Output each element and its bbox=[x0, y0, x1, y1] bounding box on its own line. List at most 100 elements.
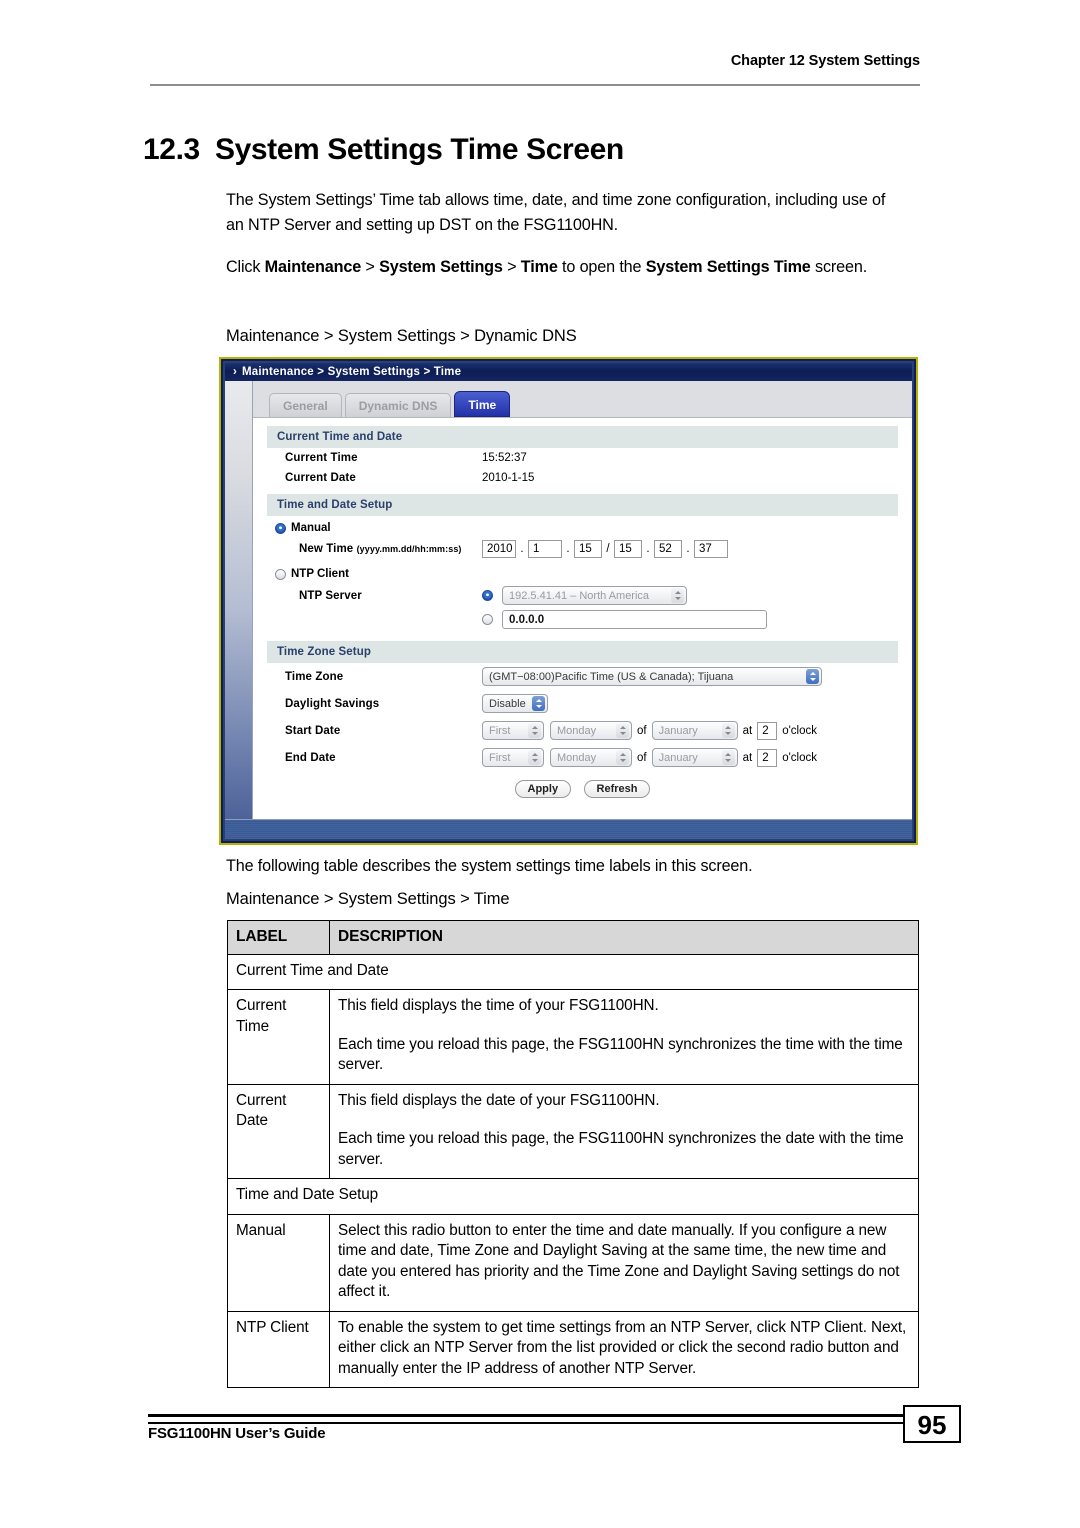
titlebar-arrow-icon: › bbox=[233, 366, 238, 378]
tab-general[interactable]: General bbox=[269, 393, 342, 417]
end-date-weekday-select[interactable]: Monday bbox=[550, 748, 632, 767]
row-current-time: Current Time 15:52:37 bbox=[267, 448, 898, 468]
start-date-hour-input[interactable]: 2 bbox=[757, 721, 778, 740]
body-column: The System Settings’ Time tab allows tim… bbox=[226, 188, 898, 297]
new-time-dot-3: . bbox=[646, 543, 650, 555]
click-bold-system-settings: System Settings bbox=[379, 258, 503, 276]
time-zone-select-value: (GMT−08:00)Pacific Time (US & Canada); T… bbox=[489, 670, 734, 683]
end-date-ordinal-value: First bbox=[489, 751, 511, 764]
table-row: Manual Select this radio button to enter… bbox=[227, 1213, 919, 1312]
row-label-manual: Manual bbox=[227, 1213, 330, 1312]
end-date-label: End Date bbox=[285, 751, 336, 764]
radio-ntp-client-icon[interactable] bbox=[275, 568, 286, 580]
radio-manual-icon[interactable] bbox=[275, 522, 286, 534]
panel-padding: Current Time and Date Current Time 15:52… bbox=[253, 418, 912, 798]
daylight-savings-value: Disable bbox=[489, 697, 526, 710]
click-sep-1: > bbox=[361, 258, 380, 276]
chevron-updown-icon bbox=[721, 723, 735, 738]
table-row: Current Time This field displays the tim… bbox=[227, 989, 919, 1085]
section-number: 12.3 bbox=[143, 133, 200, 166]
current-date-label: Current Date bbox=[285, 472, 356, 484]
start-date-ordinal-value: First bbox=[489, 724, 511, 737]
desc-paragraph: Each time you reload this page, the FSG1… bbox=[338, 1130, 904, 1168]
header-rule bbox=[150, 84, 920, 86]
label-description-table: LABEL DESCRIPTION Current Time and Date … bbox=[227, 920, 919, 1388]
end-date-month-value: January bbox=[658, 751, 698, 764]
row-end-date: End Date First Monday of January at 2 o'… bbox=[267, 744, 898, 771]
start-date-weekday-select[interactable]: Monday bbox=[550, 721, 632, 740]
new-time-day-input[interactable]: 15 bbox=[574, 540, 602, 558]
daylight-savings-select[interactable]: Disable bbox=[482, 694, 548, 713]
screenshot-inner: › Maintenance > System Settings > Time Ge… bbox=[223, 361, 914, 841]
start-date-month-select[interactable]: January bbox=[651, 721, 738, 740]
titlebar-breadcrumb: Maintenance > System Settings > Time bbox=[242, 366, 462, 378]
new-time-format-hint: (yyyy.mm.dd/hh:mm:ss) bbox=[356, 544, 462, 554]
footer-rule-thin bbox=[148, 1422, 906, 1424]
row-current-date: Current Date 2010-1-15 bbox=[267, 468, 898, 488]
tab-dynamic-dns[interactable]: Dynamic DNS bbox=[344, 393, 452, 417]
chevron-updown-icon bbox=[528, 750, 541, 765]
new-time-second-input[interactable]: 37 bbox=[694, 540, 728, 558]
desc-paragraph: Select this radio button to enter the ti… bbox=[338, 1221, 900, 1301]
section-header-time-and-date-setup: Time and Date Setup bbox=[267, 494, 898, 516]
row-daylight-savings: Daylight Savings Disable bbox=[267, 690, 898, 717]
page-number: 95 bbox=[903, 1405, 961, 1443]
row-desc-manual: Select this radio button to enter the ti… bbox=[329, 1213, 919, 1312]
new-time-minute-input[interactable]: 52 bbox=[654, 540, 682, 558]
new-time-fields: 2010. 1. 15 / 15. 52. 37 bbox=[482, 540, 728, 558]
row-desc-ntp-client: To enable the system to get time setting… bbox=[329, 1310, 919, 1388]
figure-caption: Maintenance > System Settings > Dynamic … bbox=[226, 327, 577, 345]
radio-ntp-client[interactable]: NTP Client bbox=[267, 562, 898, 582]
ntp-server-select[interactable]: 192.5.41.41 – North America bbox=[502, 586, 687, 605]
start-date-ordinal-select[interactable]: First bbox=[482, 721, 544, 740]
chevron-updown-icon bbox=[616, 750, 629, 765]
refresh-button[interactable]: Refresh bbox=[583, 780, 651, 798]
click-bold-screen-name: System Settings Time bbox=[645, 258, 811, 276]
chevron-updown-icon bbox=[721, 750, 735, 765]
current-date-value: 2010-1-15 bbox=[482, 472, 535, 484]
radio-ntp-server-preset-icon[interactable] bbox=[482, 590, 493, 601]
table-row: Current Time and Date bbox=[227, 953, 919, 990]
click-sep-2: > bbox=[502, 258, 521, 276]
chapter-label: Chapter 12 System Settings bbox=[730, 53, 920, 69]
end-date-of-text: of bbox=[637, 751, 647, 764]
end-date-month-select[interactable]: January bbox=[651, 748, 738, 767]
radio-manual-label: Manual bbox=[291, 522, 331, 534]
ntp-server-ip-input[interactable]: 0.0.0.0 bbox=[502, 610, 767, 629]
new-time-dot-2: . bbox=[566, 543, 570, 555]
table-row: Current Date This field displays the dat… bbox=[227, 1083, 919, 1179]
daylight-savings-label: Daylight Savings bbox=[285, 697, 380, 710]
tab-time[interactable]: Time bbox=[454, 391, 511, 417]
new-time-hour-input[interactable]: 15 bbox=[614, 540, 642, 558]
time-zone-select[interactable]: (GMT−08:00)Pacific Time (US & Canada); T… bbox=[482, 667, 822, 686]
radio-manual[interactable]: Manual bbox=[267, 516, 898, 536]
click-prefix: Click bbox=[226, 258, 265, 276]
section-header-time-zone-setup: Time Zone Setup bbox=[267, 641, 898, 663]
apply-button[interactable]: Apply bbox=[514, 780, 572, 798]
table-intro-text: The following table describes the system… bbox=[226, 857, 753, 875]
new-time-slash: / bbox=[606, 543, 610, 555]
chevron-updown-icon bbox=[671, 588, 684, 603]
row-new-time: New Time (yyyy.mm.dd/hh:mm:ss) 2010. 1. 15… bbox=[267, 536, 898, 562]
footer-rule-thick bbox=[148, 1414, 906, 1417]
click-bold-maintenance: Maintenance bbox=[264, 258, 362, 276]
chevron-updown-icon bbox=[806, 669, 819, 684]
row-start-date: Start Date First Monday of January at 2 … bbox=[267, 717, 898, 744]
end-date-hour-input[interactable]: 2 bbox=[757, 748, 778, 767]
window-titlebar: › Maintenance > System Settings > Time bbox=[225, 363, 912, 381]
new-time-year-input[interactable]: 2010 bbox=[482, 540, 516, 558]
row-label-ntp-client: NTP Client bbox=[227, 1310, 330, 1388]
new-time-month-input[interactable]: 1 bbox=[528, 540, 562, 558]
table-caption: Maintenance > System Settings > Time bbox=[226, 890, 510, 908]
end-date-ordinal-select[interactable]: First bbox=[482, 748, 544, 767]
radio-ntp-server-manual-icon[interactable] bbox=[482, 614, 493, 625]
group-row-current-time-and-date: Current Time and Date bbox=[227, 953, 919, 990]
chevron-updown-icon bbox=[532, 696, 545, 711]
current-time-value: 15:52:37 bbox=[482, 452, 527, 464]
end-date-at-text: at bbox=[742, 751, 753, 764]
start-date-of-text: of bbox=[637, 724, 647, 737]
start-date-month-value: January bbox=[658, 724, 698, 737]
ntp-server-select-value: 192.5.41.41 – North America bbox=[509, 589, 650, 602]
footer-guide-title: FSG1100HN User’s Guide bbox=[148, 1425, 326, 1442]
desc-paragraph: To enable the system to get time setting… bbox=[338, 1318, 907, 1377]
